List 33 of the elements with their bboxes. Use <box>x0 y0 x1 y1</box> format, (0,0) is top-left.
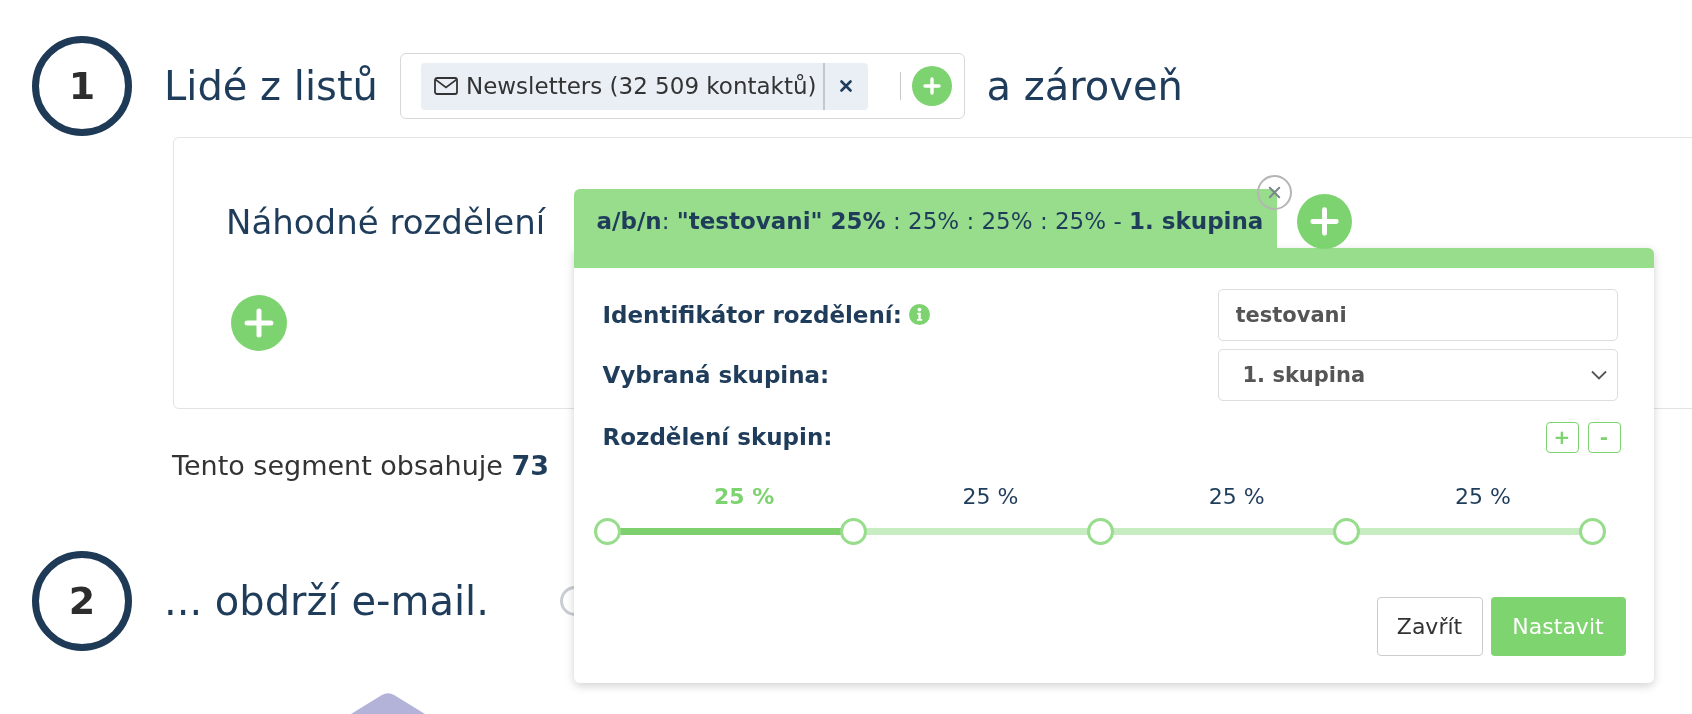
segment-label: 25 % <box>961 482 1020 511</box>
chevron-down-icon <box>1590 369 1607 380</box>
segment-label: 25 % <box>1207 482 1266 511</box>
identifier-input[interactable]: testovani <box>1217 288 1618 341</box>
list-field[interactable]: Newsletters (32 509 kontaktů) <box>399 53 966 119</box>
slider-track[interactable] <box>594 517 1606 545</box>
close-button[interactable]: Zavřít <box>1376 596 1483 656</box>
step-title: Lidé z listů <box>164 62 378 111</box>
envelope-icon <box>433 77 458 95</box>
plus-icon[interactable] <box>912 66 953 106</box>
group-select[interactable]: 1. skupina <box>1217 348 1618 401</box>
slider-handle[interactable] <box>1086 517 1114 545</box>
condition-title: Náhodné rozdělení <box>226 201 546 244</box>
ring-icon <box>558 586 576 616</box>
plus-icon[interactable] <box>231 294 287 351</box>
segment-summary: Tento segment obsahuje 73 <box>172 449 550 483</box>
step-title: ... obdrží e-mail. <box>164 577 489 626</box>
field-label: Rozdělení skupin: <box>602 424 833 450</box>
slider-handle[interactable] <box>840 517 868 545</box>
segment-label: 25 % <box>1453 482 1512 511</box>
split-tab[interactable]: a/b/n: "testovani" 25% : 25% : 25% : 25% - 1. skupina <box>573 188 1278 248</box>
segment-label: 25 % <box>712 482 776 511</box>
tag-label: Newsletters (32 509 kontaktů) <box>465 72 817 101</box>
slider-handle[interactable] <box>594 517 621 545</box>
field-label: Vybraná skupina: <box>602 361 830 388</box>
close-icon[interactable] <box>840 80 852 92</box>
slider-handle[interactable] <box>1332 517 1360 545</box>
step-number: 2 <box>32 551 132 651</box>
step-number: 1 <box>32 36 132 136</box>
conjunction-text: a zároveň <box>986 62 1183 111</box>
slider-handle[interactable] <box>1579 517 1606 545</box>
plus-icon[interactable] <box>1297 193 1353 249</box>
field-label: Identifikátor rozdělení: <box>602 301 902 328</box>
